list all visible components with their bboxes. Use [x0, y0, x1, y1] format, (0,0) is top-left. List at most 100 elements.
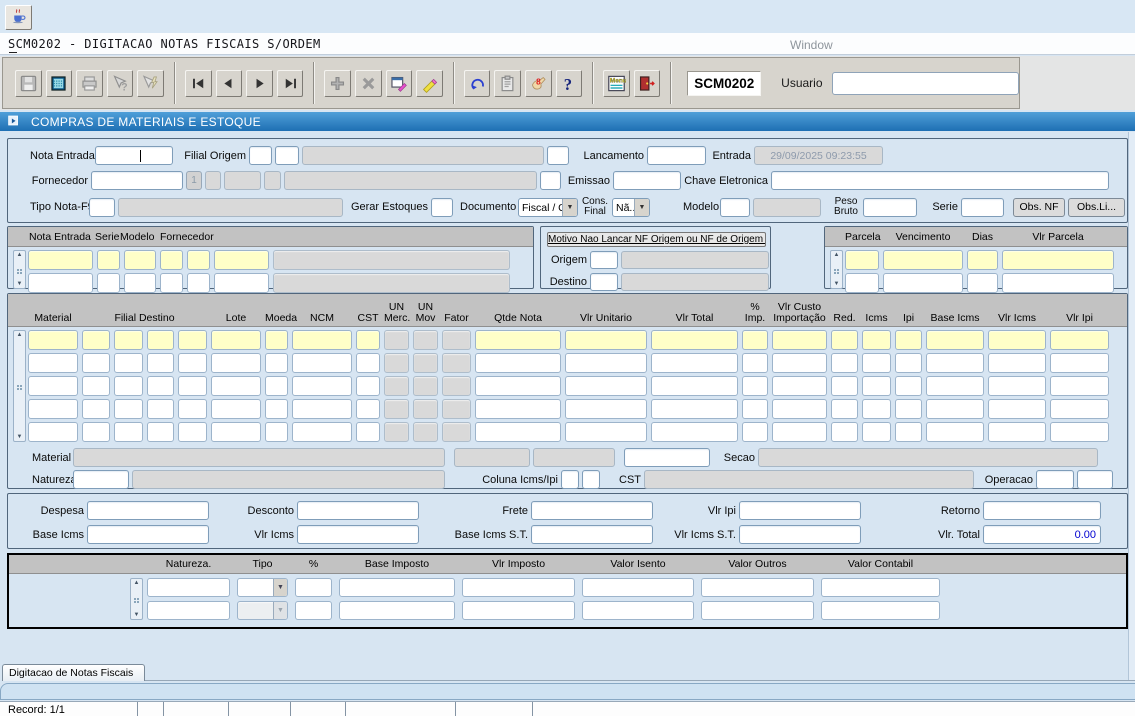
items-cell[interactable] [356, 399, 380, 419]
last-record-button[interactable] [277, 70, 304, 97]
items-cell[interactable] [265, 422, 288, 442]
scroll-down-icon[interactable]: ▼ [834, 281, 840, 287]
taxes-cell[interactable] [701, 578, 814, 597]
fornecedor-seq-button[interactable]: 1 [186, 171, 202, 190]
items-scrollbar[interactable]: ▲▼ [13, 330, 26, 442]
items-cell[interactable] [862, 422, 891, 442]
frete-input[interactable] [531, 501, 653, 520]
nf-cell[interactable] [124, 250, 156, 270]
base-icms-st-input[interactable] [531, 525, 653, 544]
items-cell[interactable] [1050, 376, 1109, 396]
items-cell[interactable] [28, 353, 78, 373]
items-cell[interactable] [772, 422, 827, 442]
natureza-input[interactable] [73, 470, 129, 489]
items-cell[interactable] [1050, 399, 1109, 419]
items-cell[interactable] [1050, 330, 1109, 350]
origem-input[interactable] [590, 251, 618, 269]
items-cell[interactable] [895, 376, 922, 396]
items-cell[interactable] [211, 376, 261, 396]
parcelas-cell[interactable] [967, 273, 998, 293]
nf-cell[interactable] [214, 273, 269, 293]
exit-button[interactable] [634, 70, 661, 97]
scroll-up-icon[interactable]: ▲ [17, 252, 23, 258]
parcelas-cell[interactable] [883, 250, 963, 270]
items-cell[interactable] [147, 353, 174, 373]
nf-cell[interactable] [124, 273, 156, 293]
window-menu-title[interactable]: SCM0202 - DIGITACAO NOTAS FISCAIS S/ORDE… [8, 37, 321, 51]
items-cell[interactable] [114, 399, 143, 419]
taxes-cell[interactable] [582, 578, 694, 597]
items-cell[interactable] [831, 376, 858, 396]
chevron-down-icon[interactable]: ▼ [273, 579, 287, 596]
items-cell[interactable] [651, 422, 738, 442]
items-cell[interactable] [265, 330, 288, 350]
items-cell[interactable] [28, 376, 78, 396]
cons-final-select[interactable]: Nã... ▼ [612, 198, 650, 217]
items-cell[interactable] [1050, 353, 1109, 373]
taxes-cell[interactable] [339, 578, 455, 597]
items-cell[interactable] [895, 330, 922, 350]
scroll-down-icon[interactable]: ▼ [17, 434, 23, 440]
items-cell[interactable] [114, 330, 143, 350]
nf-cell[interactable] [28, 273, 93, 293]
nota-entrada-input[interactable] [95, 146, 173, 165]
nota-flag-input[interactable] [547, 146, 569, 165]
serie-input[interactable] [961, 198, 1004, 217]
items-cell[interactable] [988, 399, 1046, 419]
parcelas-cell[interactable] [883, 273, 963, 293]
items-cell[interactable] [565, 422, 647, 442]
items-cell[interactable] [772, 353, 827, 373]
items-cell[interactable] [28, 422, 78, 442]
items-cell[interactable] [356, 422, 380, 442]
coluna-ipi-input[interactable] [582, 470, 600, 489]
items-cell[interactable] [742, 376, 768, 396]
taxes-cell[interactable] [821, 601, 940, 620]
items-cell[interactable] [147, 330, 174, 350]
base-icms-input[interactable] [87, 525, 209, 544]
items-cell[interactable] [895, 399, 922, 419]
tab-digitacao-notas-fiscais[interactable]: Digitacao de Notas Fiscais [2, 664, 145, 681]
items-cell[interactable] [475, 376, 561, 396]
retorno-input[interactable] [983, 501, 1101, 520]
items-cell[interactable] [831, 330, 858, 350]
items-cell[interactable] [988, 353, 1046, 373]
tipo-nota-input[interactable] [89, 198, 115, 217]
items-cell[interactable] [926, 422, 984, 442]
items-cell[interactable] [926, 330, 984, 350]
items-cell[interactable] [862, 399, 891, 419]
scroll-up-icon[interactable]: ▲ [17, 332, 23, 338]
chave-eletronica-input[interactable] [771, 171, 1109, 190]
items-cell[interactable] [211, 422, 261, 442]
items-cell[interactable] [265, 399, 288, 419]
items-cell[interactable] [895, 422, 922, 442]
previous-record-button[interactable] [216, 70, 243, 97]
delete-record-button[interactable] [355, 70, 382, 97]
taxes-cell[interactable] [462, 578, 575, 597]
parcelas-cell[interactable] [967, 250, 998, 270]
items-cell[interactable] [862, 330, 891, 350]
execute-query-button[interactable] [416, 70, 443, 97]
items-cell[interactable] [292, 330, 352, 350]
window-vertical-scrollbar[interactable] [1128, 132, 1135, 680]
items-cell[interactable] [265, 353, 288, 373]
items-cell[interactable] [988, 422, 1046, 442]
items-cell[interactable] [565, 399, 647, 419]
items-cell[interactable] [1050, 422, 1109, 442]
save-button[interactable] [15, 70, 42, 97]
taxes-cell[interactable] [147, 578, 230, 597]
items-cell[interactable] [292, 399, 352, 419]
filial-origem-input-1[interactable] [249, 146, 272, 165]
obs-li-button[interactable]: Obs.Li... [1068, 198, 1125, 217]
destino-input[interactable] [590, 273, 618, 291]
nf-cell[interactable] [160, 273, 183, 293]
items-cell[interactable] [178, 399, 207, 419]
scroll-down-icon[interactable]: ▼ [134, 612, 140, 618]
fornecedor-flag-input[interactable] [540, 171, 561, 190]
items-cell[interactable] [475, 399, 561, 419]
nf-cell[interactable] [160, 250, 183, 270]
items-cell[interactable] [147, 399, 174, 419]
items-cell[interactable] [292, 376, 352, 396]
items-cell[interactable] [147, 376, 174, 396]
help-button[interactable]: ? [556, 70, 583, 97]
obs-nf-button[interactable]: Obs. NF [1013, 198, 1065, 217]
